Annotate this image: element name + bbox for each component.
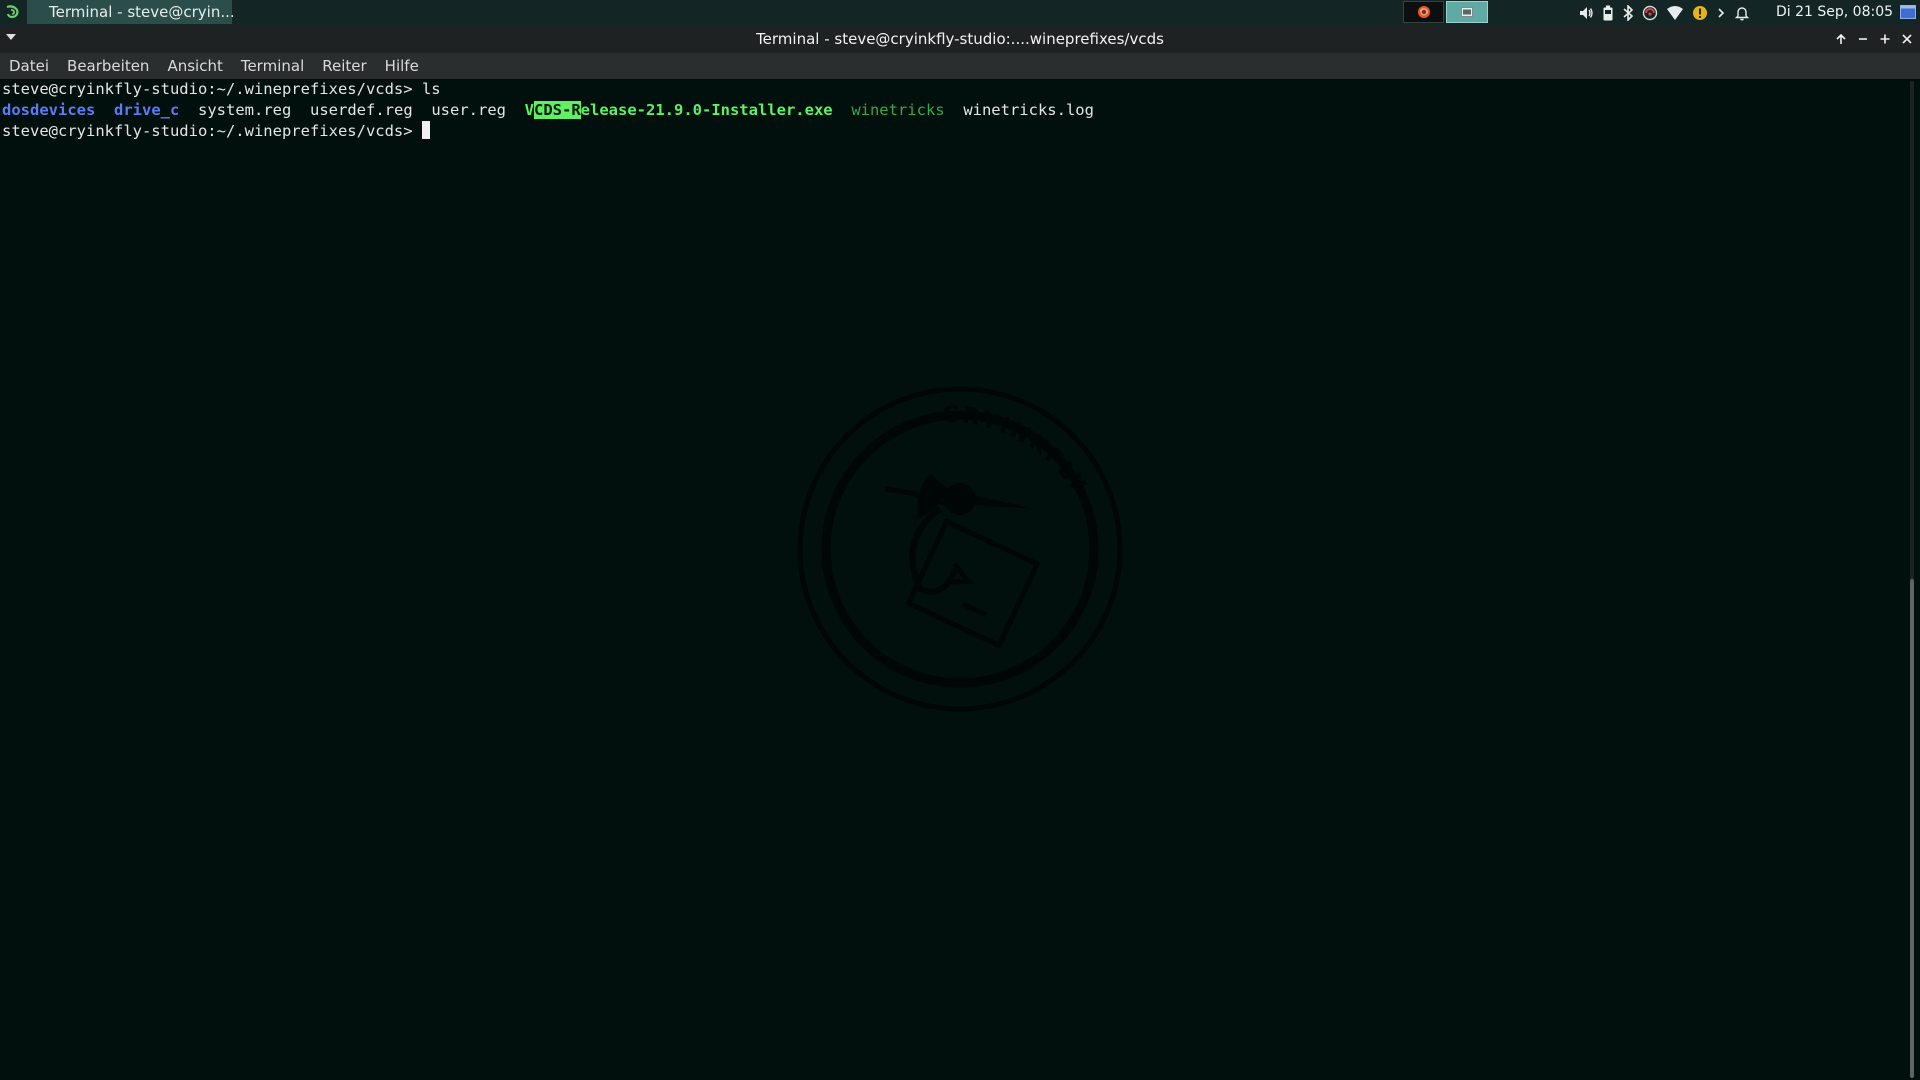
window-controls [1834, 25, 1914, 53]
notification-bell-icon[interactable] [1734, 5, 1750, 21]
ls-entry-drive-c: drive_c [114, 101, 180, 119]
close-icon [1902, 34, 1912, 44]
window-title: Terminal - steve@cryinkfly-studio:....wi… [756, 30, 1164, 48]
firefox-icon [1417, 6, 1430, 18]
menu-bearbeiten[interactable]: Bearbeiten [58, 53, 158, 79]
menu-terminal[interactable]: Terminal [232, 53, 313, 79]
terminal-icon [1461, 7, 1473, 17]
terminal-scrollbar[interactable] [1905, 79, 1920, 1080]
menu-hilfe[interactable]: Hilfe [376, 53, 428, 79]
menubar: Datei Bearbeiten Ansicht Terminal Reiter… [0, 53, 1920, 79]
workspace-switcher [1403, 1, 1488, 23]
shell-prompt: steve@cryinkfly-studio:~/.wineprefixes/v… [2, 122, 422, 140]
menu-datei[interactable]: Datei [0, 53, 58, 79]
terminal-output: steve@cryinkfly-studio:~/.wineprefixes/v… [2, 79, 1094, 142]
ls-entry-dosdevices: dosdevices [2, 101, 96, 119]
top-panel: Terminal - steve@cryin... Di 21 Sep, 08:… [0, 0, 1920, 25]
exe-name-prefix: V [524, 101, 534, 119]
updates-warning-icon[interactable] [1692, 5, 1708, 21]
show-desktop-icon[interactable] [1900, 5, 1916, 19]
expand-arrow-icon[interactable] [1716, 5, 1726, 21]
system-tray [1578, 0, 1750, 25]
exe-name-rest: elease-21.9.0-Installer.exe [580, 101, 833, 119]
scrollbar-thumb[interactable] [1910, 579, 1914, 1078]
workspace-1-button[interactable] [1403, 1, 1444, 23]
menu-reiter[interactable]: Reiter [313, 53, 375, 79]
ls-entry-user-reg: user.reg [431, 101, 506, 119]
minimize-icon [1859, 38, 1867, 40]
command-text: ls [421, 80, 441, 98]
cryinkfly-logo-watermark: CRYINKFLY [797, 386, 1123, 712]
keep-above-button[interactable] [1834, 32, 1848, 46]
menu-ansicht[interactable]: Ansicht [158, 53, 231, 79]
maximize-button[interactable] [1878, 32, 1892, 46]
network-status-icon[interactable] [1642, 5, 1658, 21]
application-menu-icon[interactable] [3, 3, 23, 23]
bluetooth-icon[interactable] [1622, 4, 1634, 21]
terminal-line-2: dosdevices drive_c system.reg userdef.re… [2, 100, 1094, 121]
shell-prompt: steve@cryinkfly-studio:~/.wineprefixes/v… [2, 80, 422, 98]
terminal-area[interactable]: CRYINKFLY steve@cryinkfly-studio:~/.wine… [0, 79, 1905, 1080]
arrow-up-icon [1836, 33, 1846, 44]
ls-entry-vcds-installer: VCDS-Release-21.9.0-Installer.exe [525, 101, 833, 119]
window-titlebar[interactable]: Terminal - steve@cryinkfly-studio:....wi… [0, 25, 1920, 53]
ls-entry-winetricks-log: winetricks.log [963, 101, 1094, 119]
close-button[interactable] [1900, 32, 1914, 46]
maximize-icon [1880, 34, 1890, 44]
ls-entry-system-reg: system.reg [198, 101, 292, 119]
ls-entry-winetricks: winetricks [851, 101, 945, 119]
wifi-icon[interactable] [1666, 5, 1684, 21]
text-cursor [421, 121, 430, 139]
terminal-line-1: steve@cryinkfly-studio:~/.wineprefixes/v… [2, 79, 1094, 100]
workspace-2-button[interactable] [1446, 1, 1488, 23]
minimize-button[interactable] [1856, 32, 1870, 46]
panel-clock[interactable]: Di 21 Sep, 08:05 [1776, 0, 1893, 25]
volume-icon[interactable] [1578, 5, 1594, 21]
taskbar-task-title: Terminal - steve@cryin... [49, 3, 235, 21]
terminal-line-3: steve@cryinkfly-studio:~/.wineprefixes/v… [2, 121, 1094, 142]
ls-entry-userdef-reg: userdef.reg [310, 101, 413, 119]
taskbar-terminal-button[interactable]: Terminal - steve@cryin... [27, 0, 235, 24]
battery-icon[interactable] [1602, 5, 1614, 21]
text-selection: CDS-R [534, 101, 581, 119]
